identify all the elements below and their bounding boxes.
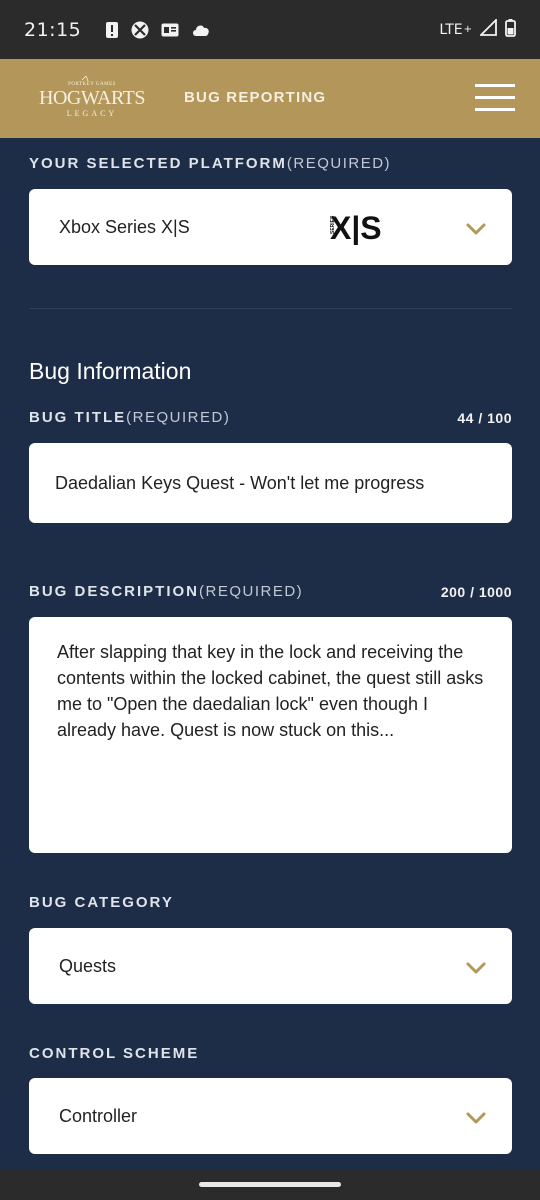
alert-icon xyxy=(105,21,119,39)
section-divider xyxy=(29,308,512,309)
section-heading: Bug Information xyxy=(29,358,192,384)
control-scheme-select[interactable]: Controller xyxy=(29,1078,512,1154)
menu-button[interactable] xyxy=(475,84,515,112)
control-scheme-label: CONTROL SCHEME xyxy=(29,1045,200,1062)
chevron-down-icon xyxy=(466,959,486,974)
bug-description-value: After slapping that key in the lock and … xyxy=(57,642,484,740)
required-tag: (REQUIRED) xyxy=(286,155,392,172)
news-icon xyxy=(161,23,179,37)
cloud-icon xyxy=(191,23,211,37)
platform-value: Xbox Series X|S xyxy=(59,216,190,237)
bug-category-select[interactable]: Quests xyxy=(29,928,512,1004)
app-header: PORTKEY GAMES HOGWARTS LEGACY BUG REPORT… xyxy=(0,59,540,138)
chevron-down-icon xyxy=(466,220,486,235)
bug-title-value: Daedalian Keys Quest - Won't let me prog… xyxy=(55,472,425,493)
required-tag: (REQUIRED) xyxy=(199,583,304,600)
chevron-down-icon xyxy=(466,1109,486,1124)
menu-line xyxy=(475,108,515,111)
bug-title-input[interactable]: Daedalian Keys Quest - Won't let me prog… xyxy=(29,443,512,523)
svg-text:HOGWARTS: HOGWARTS xyxy=(39,87,145,109)
svg-text:LEGACY: LEGACY xyxy=(67,109,117,118)
home-gesture-handle[interactable] xyxy=(199,1182,341,1187)
menu-line xyxy=(475,84,515,87)
bug-category-value: Quests xyxy=(59,955,117,976)
platform-label: YOUR SELECTED PLATFORM(REQUIRED) xyxy=(29,155,391,172)
platform-select[interactable]: Xbox Series X|S xyxy=(29,189,512,265)
required-tag: (REQUIRED) xyxy=(126,409,231,426)
bug-description-label: BUG DESCRIPTION(REQUIRED) xyxy=(29,583,303,600)
notification-icons xyxy=(105,21,211,39)
status-time: 21:15 xyxy=(24,18,82,41)
xbox-series-logo: SERIES X|S xyxy=(298,207,398,250)
bug-description-label-text: BUG DESCRIPTION xyxy=(29,583,200,600)
menu-line xyxy=(475,96,515,99)
bug-category-label: BUG CATEGORY xyxy=(29,894,174,911)
platform-label-text: YOUR SELECTED PLATFORM xyxy=(29,155,287,172)
bug-title-counter: 44 / 100 xyxy=(457,410,512,426)
control-scheme-value: Controller xyxy=(59,1105,138,1126)
xs-logo-text: X|S xyxy=(330,210,382,245)
page-title: BUG REPORTING xyxy=(184,89,327,106)
signal-icon xyxy=(478,17,497,40)
bug-title-label-text: BUG TITLE xyxy=(29,409,127,426)
network-label: LTE xyxy=(439,21,463,38)
status-bar: 21:15 LTE + xyxy=(0,0,540,59)
bug-description-counter: 200 / 1000 xyxy=(440,584,512,600)
system-status: LTE + xyxy=(439,17,516,41)
system-nav-bar xyxy=(0,1170,540,1200)
bug-title-label: BUG TITLE(REQUIRED) xyxy=(29,409,230,426)
xbox-icon xyxy=(131,21,149,39)
hogwarts-legacy-logo[interactable]: PORTKEY GAMES HOGWARTS LEGACY xyxy=(34,75,150,122)
battery-icon xyxy=(505,18,516,41)
bug-description-textarea[interactable]: After slapping that key in the lock and … xyxy=(29,617,512,853)
